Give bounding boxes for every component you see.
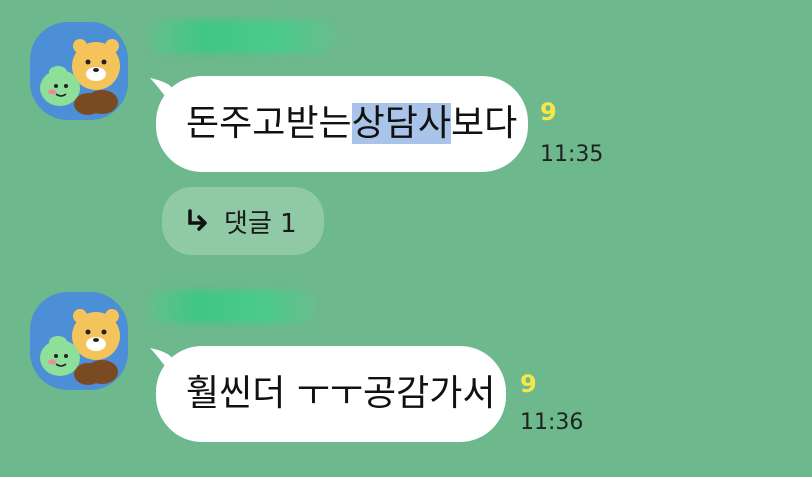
reply-thread-button[interactable]: 댓글 1 (162, 187, 324, 255)
message-bubble[interactable]: 훨씬더 ㅜㅜ공감가서 (150, 346, 506, 442)
avatar[interactable] (30, 22, 128, 120)
character-avatar-icon (30, 22, 128, 120)
highlighted-text: 상담사 (351, 103, 451, 144)
message-bubble[interactable]: 돈주고받는상담사보다 (150, 76, 528, 172)
message-text-end: 보다 (450, 103, 518, 144)
bubble-tail-icon (150, 348, 172, 374)
avatar[interactable] (30, 292, 128, 390)
message-text: 돈주고받는 (186, 103, 352, 144)
unread-count: 9 (520, 370, 537, 398)
message-time: 11:36 (520, 410, 584, 435)
reply-arrow-icon (188, 209, 207, 231)
sender-name-blurred (146, 290, 316, 324)
message-text: 훨씬더 ㅜㅜ공감가서 (186, 373, 496, 414)
unread-count: 9 (540, 98, 557, 126)
reply-label: 댓글 1 (224, 208, 297, 239)
bubble-tail-icon (150, 78, 172, 104)
sender-name-blurred (146, 20, 336, 54)
message-time: 11:35 (540, 142, 604, 167)
character-avatar-icon (30, 292, 128, 390)
